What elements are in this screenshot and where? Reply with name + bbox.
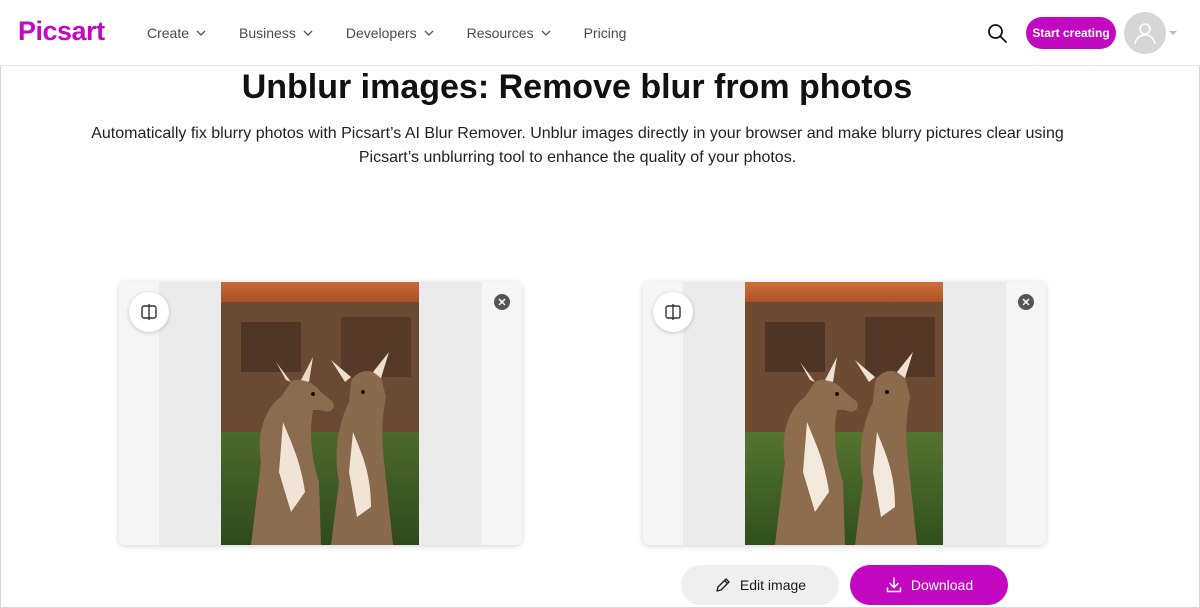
nav-create-label: Create [147,25,190,41]
card-panel [419,282,482,545]
compare-toggle-button[interactable] [129,292,169,332]
close-button[interactable] [494,294,510,310]
user-avatar[interactable] [1124,12,1166,54]
chevron-down-icon [196,30,206,36]
picsart-logo[interactable]: Picsart [18,16,105,47]
caret-down-icon[interactable] [1169,29,1177,37]
download-button[interactable]: Download [850,565,1008,605]
nav-developers[interactable]: Developers [346,25,435,41]
nav-business[interactable]: Business [239,25,314,41]
close-icon [498,298,506,306]
pencil-icon [716,578,730,592]
compare-split-icon [141,304,157,320]
close-icon [1022,298,1030,306]
before-image-card [119,282,522,545]
deer-photo-before [221,282,419,545]
deer-image [745,282,943,545]
top-navbar: Picsart Create Business Developers Resou… [0,0,1200,66]
card-panel [159,282,221,545]
card-side [1006,282,1046,545]
compare-split-icon [665,304,681,320]
compare-toggle-button[interactable] [653,292,693,332]
nav-create[interactable]: Create [147,25,207,41]
edit-image-button[interactable]: Edit image [681,565,839,605]
nav-business-label: Business [239,25,296,41]
close-button[interactable] [1018,294,1034,310]
edit-image-label: Edit image [739,577,807,593]
start-creating-button[interactable]: Start creating [1026,17,1116,49]
nav-pricing[interactable]: Pricing [584,25,627,41]
page-title: Unblur images: Remove blur from photos [241,68,913,106]
after-image-card [643,282,1046,545]
search-icon[interactable] [986,22,1008,44]
main-nav: Create Business Developers Resources Pri… [147,0,658,66]
download-label: Download [910,577,974,593]
deer-photo-after [745,282,943,545]
deer-image [221,282,419,545]
chevron-down-icon [424,30,434,36]
user-icon [1134,23,1156,45]
card-side [482,282,522,545]
nav-pricing-label: Pricing [583,25,627,41]
chevron-down-icon [303,30,313,36]
chevron-down-icon [541,30,551,36]
page-subtitle: Automatically fix blurry photos with Pic… [91,125,1064,166]
download-icon [886,577,902,593]
card-panel [683,282,745,545]
nav-developers-label: Developers [345,25,417,41]
nav-resources[interactable]: Resources [467,25,552,41]
card-panel [943,282,1006,545]
nav-resources-label: Resources [466,25,534,41]
